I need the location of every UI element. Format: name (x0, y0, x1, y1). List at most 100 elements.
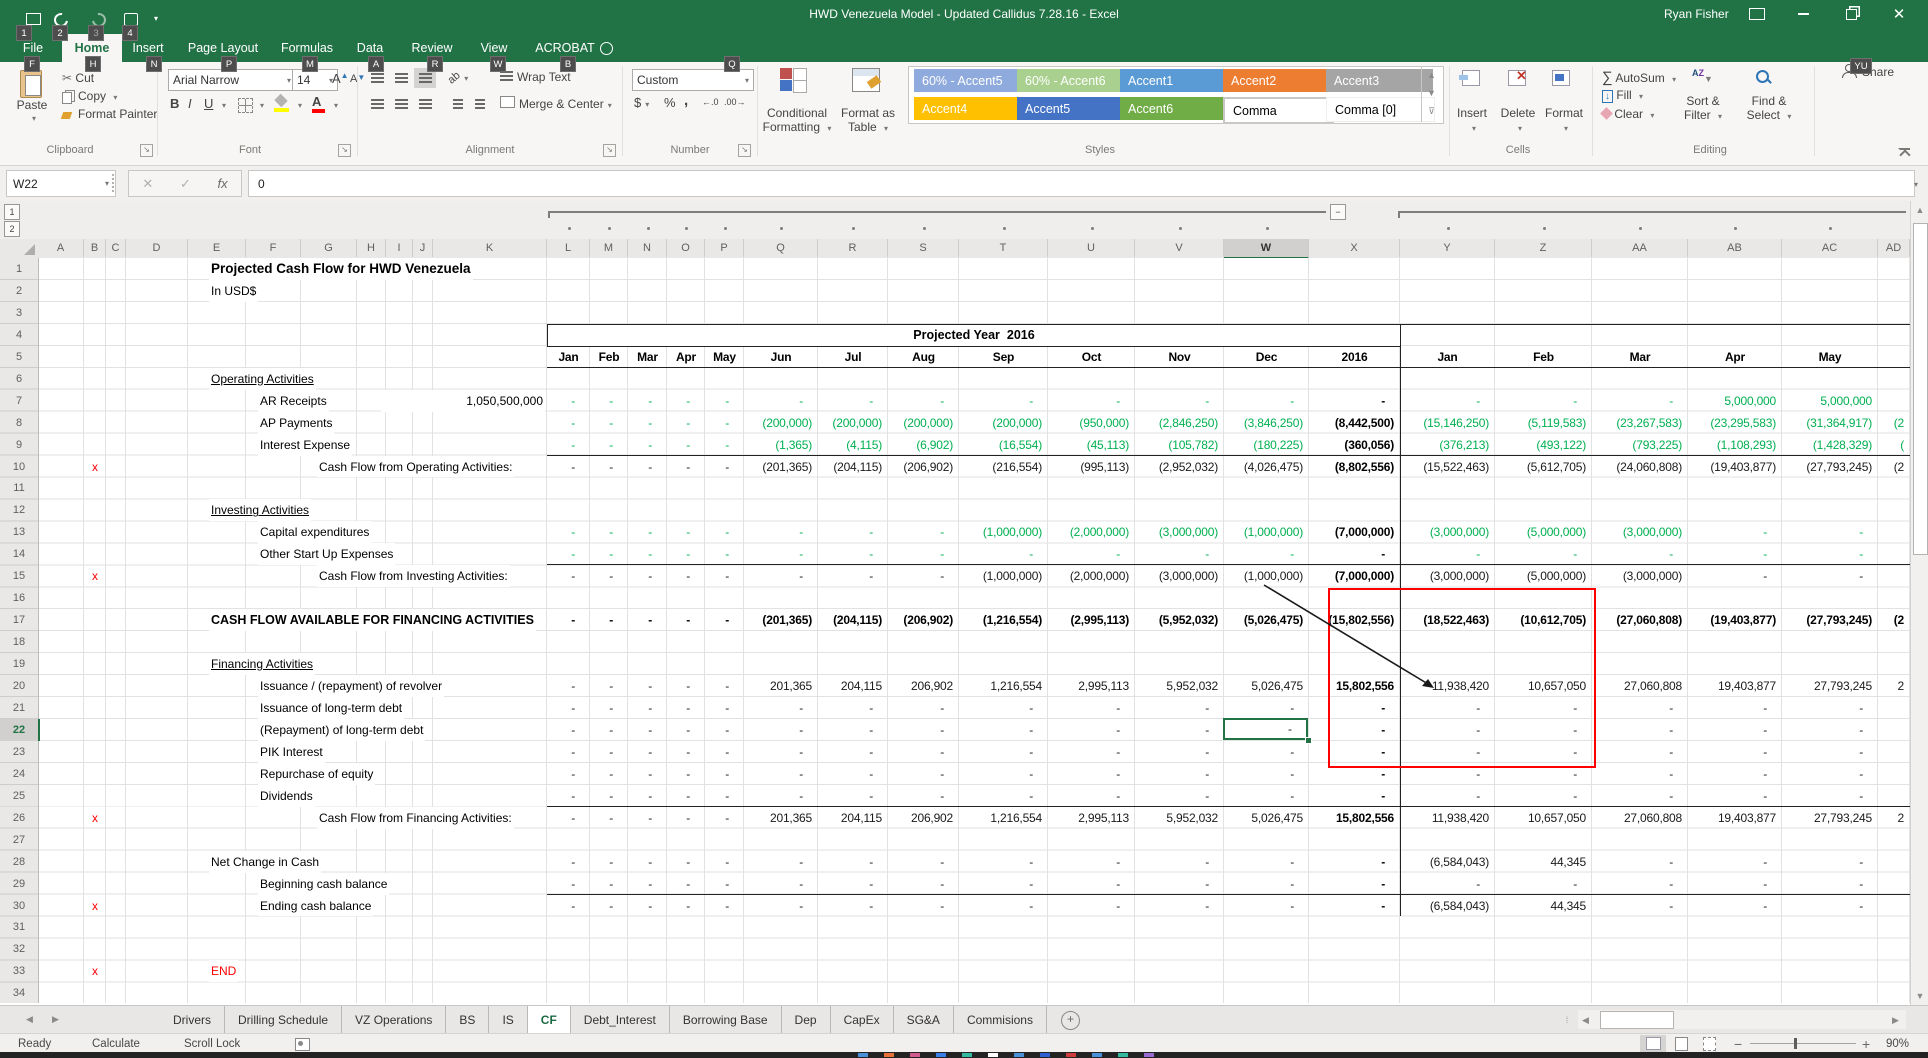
restore-button[interactable] (1834, 0, 1868, 28)
month-header-V5[interactable]: Nov (1135, 346, 1224, 368)
cell-W14[interactable]: - (1224, 543, 1308, 565)
month-header-P5[interactable]: May (705, 346, 744, 368)
cell-L13[interactable]: - (547, 521, 589, 543)
cell-O25[interactable]: - (667, 785, 704, 807)
horizontal-scroll-thumb[interactable] (1600, 1011, 1674, 1029)
cell-AA25[interactable]: - (1592, 785, 1687, 807)
cell-AC30[interactable]: - (1782, 895, 1877, 917)
column-header-Q[interactable]: Q (744, 239, 818, 257)
cell-AB22[interactable]: - (1688, 719, 1781, 741)
cell-S17[interactable]: (206,902) (888, 609, 958, 631)
cell-O30[interactable]: - (667, 895, 704, 917)
sheet-tab-bs[interactable]: BS (446, 1006, 489, 1033)
column-header-X[interactable]: X (1309, 239, 1400, 257)
cell-P10[interactable]: - (705, 456, 743, 478)
cell-W29[interactable]: - (1224, 873, 1308, 895)
cell-Y26[interactable]: 11,938,420 (1400, 807, 1494, 829)
conditional-formatting-icon[interactable] (780, 68, 810, 94)
column-header-E[interactable]: E (188, 239, 246, 257)
cell-AA29[interactable]: - (1592, 873, 1687, 895)
cell-R13[interactable]: - (818, 521, 887, 543)
row-header-1[interactable]: 1 (0, 258, 38, 280)
cell-Q8[interactable]: (200,000) (744, 412, 817, 434)
month-header-L5[interactable]: Jan (547, 346, 590, 368)
style-chip-Accent5[interactable]: Accent5 (1017, 97, 1124, 120)
cell-P8[interactable]: - (705, 412, 743, 434)
cell-L22[interactable]: - (547, 719, 589, 741)
cell-AD9[interactable]: ( (1878, 434, 1909, 456)
increase-indent-button[interactable] (470, 94, 490, 114)
merge-center-button[interactable]: Merge & Center▾ (500, 96, 612, 111)
percent-style-button[interactable]: % (664, 95, 676, 110)
cell-AC20[interactable]: 27,793,245 (1782, 675, 1877, 697)
cell-N23[interactable]: - (628, 741, 666, 763)
month-header-AC5[interactable]: May (1782, 346, 1878, 368)
cell-P15[interactable]: - (705, 565, 743, 587)
sheet-tab-sg-a[interactable]: SG&A (894, 1006, 954, 1033)
sheet-tab-drilling-schedule[interactable]: Drilling Schedule (225, 1006, 342, 1033)
taskbar-icon[interactable] (858, 1053, 868, 1057)
cell-AA10[interactable]: (24,060,808) (1592, 456, 1687, 478)
cell-N17[interactable]: - (628, 609, 666, 631)
cancel-icon[interactable]: ✕ (142, 176, 153, 192)
cell-S13[interactable]: - (888, 521, 958, 543)
cell-V26[interactable]: 5,952,032 (1135, 807, 1223, 829)
cell-Z22[interactable]: - (1495, 719, 1591, 741)
cell-U10[interactable]: (995,113) (1048, 456, 1134, 478)
cell-Y24[interactable]: - (1400, 763, 1494, 785)
row-header-14[interactable]: 14 (0, 543, 38, 565)
cell-M8[interactable]: - (590, 412, 627, 434)
copy-button[interactable]: Copy ▾ (62, 89, 117, 103)
cell-N20[interactable]: - (628, 675, 666, 697)
cut-button[interactable]: ✂ Cut (62, 71, 94, 85)
cell-Q14[interactable]: - (744, 543, 817, 565)
cell-M30[interactable]: - (590, 895, 627, 917)
cell-S23[interactable]: - (888, 741, 958, 763)
cell-U17[interactable]: (2,995,113) (1048, 609, 1134, 631)
zoom-in-icon[interactable]: + (1862, 1034, 1870, 1053)
month-header-Y5[interactable]: Jan (1400, 346, 1495, 368)
cell-Q24[interactable]: - (744, 763, 817, 785)
row-header-34[interactable]: 34 (0, 982, 38, 1004)
cell-L21[interactable]: - (547, 697, 589, 719)
align-left-button[interactable] (366, 94, 388, 114)
cell-X24[interactable]: - (1309, 763, 1399, 785)
cell-M20[interactable]: - (590, 675, 627, 697)
cell-M7[interactable]: - (590, 390, 627, 412)
cell-N24[interactable]: - (628, 763, 666, 785)
cell-Z28[interactable]: 44,345 (1495, 851, 1591, 873)
month-header-S5[interactable]: Aug (888, 346, 959, 368)
cell-AA13[interactable]: (3,000,000) (1592, 521, 1687, 543)
cell-X30[interactable]: - (1309, 895, 1399, 917)
find-select-icon[interactable] (1756, 70, 1769, 88)
cell-Y9[interactable]: (376,213) (1400, 434, 1494, 456)
cell-M23[interactable]: - (590, 741, 627, 763)
sheet-tab-is[interactable]: IS (489, 1006, 527, 1033)
row-header-7[interactable]: 7 (0, 390, 38, 412)
sheet-tab-borrowing-base[interactable]: Borrowing Base (670, 1006, 782, 1033)
cell-L25[interactable]: - (547, 785, 589, 807)
cell-Y7[interactable]: - (1400, 390, 1494, 412)
cell-S14[interactable]: - (888, 543, 958, 565)
column-header-J[interactable]: J (413, 239, 433, 257)
comma-style-button[interactable]: , (684, 92, 688, 109)
cell-S10[interactable]: (206,902) (888, 456, 958, 478)
cell-V14[interactable]: - (1135, 543, 1223, 565)
font-color-icon[interactable]: A (312, 94, 321, 109)
column-header-M[interactable]: M (590, 239, 628, 257)
cell-V30[interactable]: - (1135, 895, 1223, 917)
cell-P24[interactable]: - (705, 763, 743, 785)
row-header-26[interactable]: 26 (0, 807, 38, 829)
enter-icon[interactable]: ✓ (180, 176, 191, 192)
taskbar-icon[interactable] (910, 1053, 920, 1057)
cell-T22[interactable]: - (959, 719, 1047, 741)
cell-R25[interactable]: - (818, 785, 887, 807)
cell-O28[interactable]: - (667, 851, 704, 873)
cell-N25[interactable]: - (628, 785, 666, 807)
cell-L28[interactable]: - (547, 851, 589, 873)
month-header-X5[interactable]: 2016 (1309, 346, 1400, 368)
month-header-O5[interactable]: Apr (667, 346, 705, 368)
cell-X22[interactable]: - (1309, 719, 1399, 741)
style-chip-Accent3[interactable]: Accent3 (1326, 69, 1433, 92)
selected-cell[interactable]: - (1223, 718, 1308, 740)
